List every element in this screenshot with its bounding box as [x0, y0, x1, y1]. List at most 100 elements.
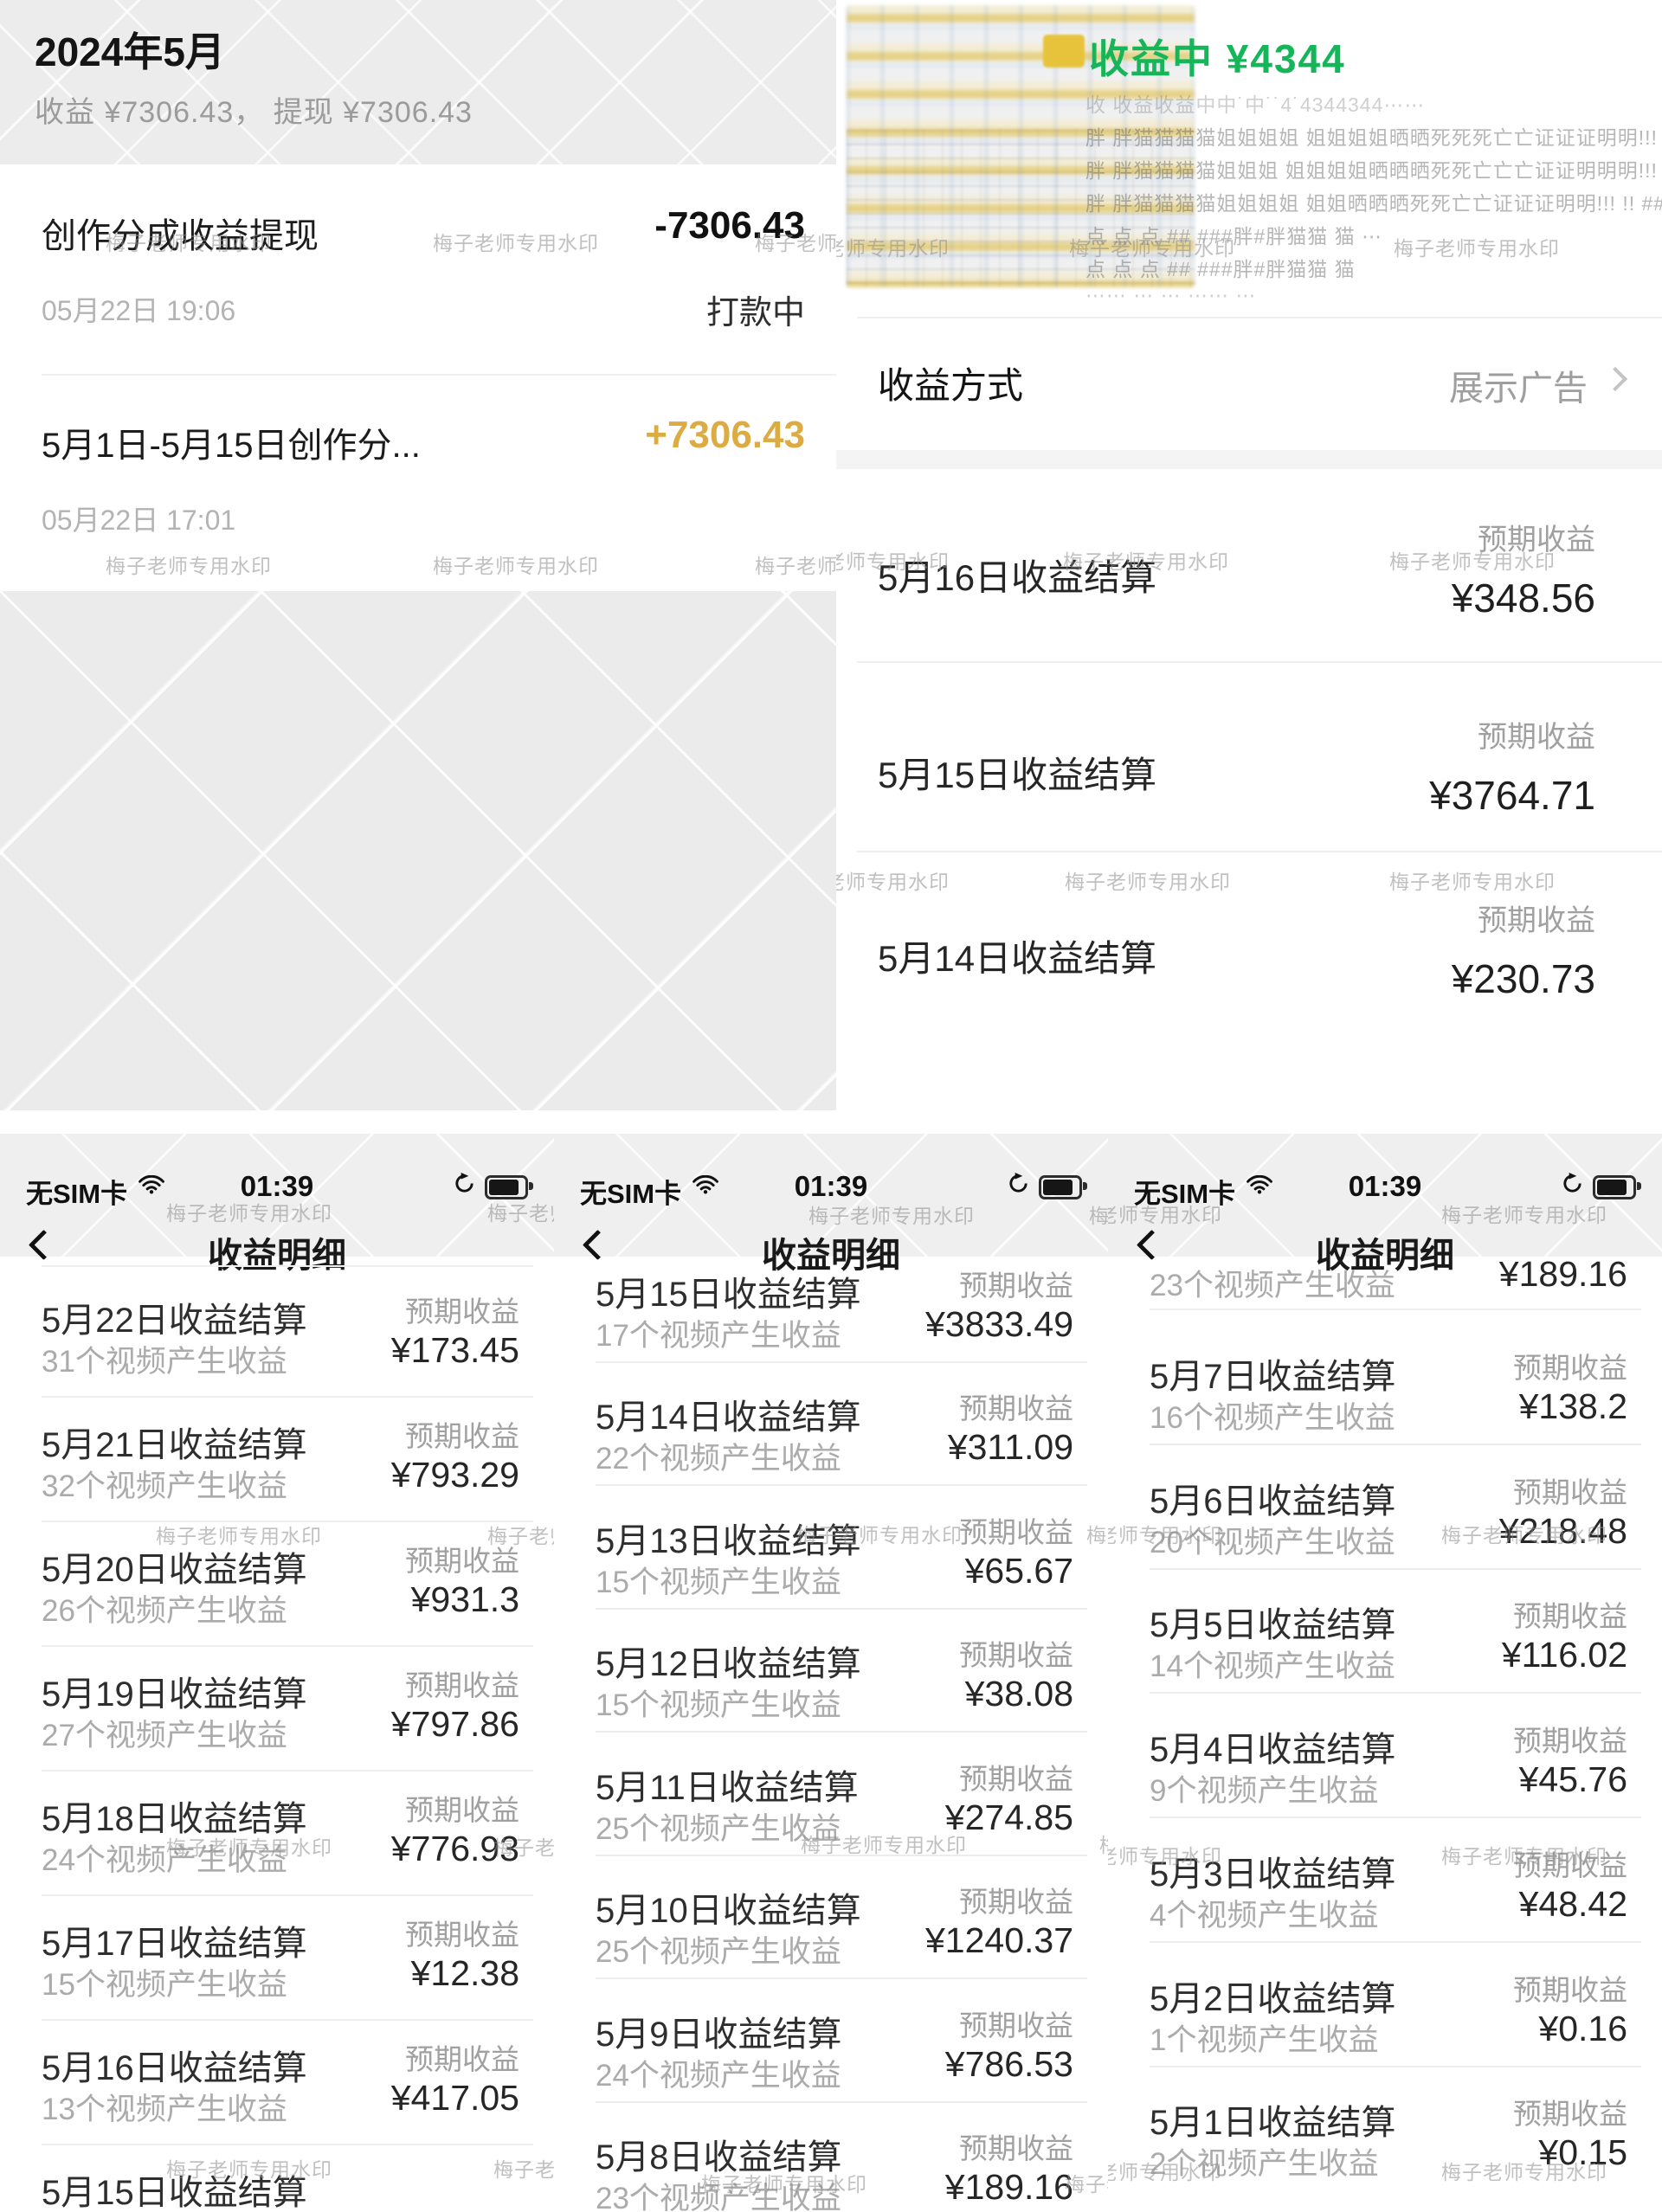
- battery-icon: [485, 1175, 528, 1199]
- expected-income-label: 预期收益: [959, 2003, 1073, 2044]
- entry-count: 16个视频产生收益: [1150, 1393, 1395, 1437]
- expected-income-label: 预期收益: [405, 1413, 519, 1455]
- expected-income-label: 预期收益: [1478, 713, 1595, 756]
- withdrawal-panel: 2024年5月 收益 ¥7306.43， 提现 ¥7306.43 创作分成收益提…: [0, 0, 836, 1110]
- divider: [1150, 1568, 1641, 1570]
- watermark: 梅子老师专用水印: [156, 1520, 322, 1549]
- phone-screenshot-1: 无SIM卡 01:39 收益明细 5月22日收益结算 31个视频产生收益 预期收…: [0, 1110, 554, 2212]
- entry-amount: ¥0.16: [1538, 2009, 1627, 2049]
- entry-date: 5月16日收益结算: [42, 2040, 307, 2090]
- entry-count: 24个视频产生收益: [596, 2051, 841, 2095]
- phone-screenshot-3: 无SIM卡 01:39 收益明细 23个视频产生收益 ¥189.16 5月7日收…: [1108, 1110, 1662, 2212]
- watermark: 梅子老师专用水印: [1441, 1199, 1607, 1228]
- entry-amount: ¥311.09: [948, 1427, 1073, 1468]
- entry-date: 5月2日收益结算: [1150, 1971, 1396, 2021]
- watermark: 梅子老师专用水印: [1389, 545, 1556, 575]
- divider: [1150, 1692, 1641, 1694]
- entry-count: 9个视频产生收益: [1150, 1766, 1378, 1810]
- pending-income: 收益中 ¥4344: [1089, 28, 1346, 85]
- watermark: 梅子老师专用水印: [1441, 1519, 1607, 1548]
- settlement-title: 5月14日收益结算: [878, 929, 1156, 982]
- empty-gray-area: [0, 591, 836, 1110]
- watermark: 梅子老师专用水印: [801, 1829, 967, 1858]
- income-entry[interactable]: 5月20日收益结算 26个视频产生收益 预期收益 ¥931.3: [0, 1533, 554, 1656]
- income-entry[interactable]: 5月10日收益结算 25个视频产生收益 预期收益 ¥1240.37: [554, 1874, 1108, 1997]
- glitch-text: 收 收益收益中中˙中˙˙4˙4344344⋯⋯: [1085, 88, 1425, 118]
- entry-date: 5月17日收益结算: [42, 1915, 307, 1965]
- watermark: 梅子老师专用水印: [1389, 865, 1556, 895]
- income-entry[interactable]: 5月8日收益结算 23个视频产生收益 预期收益 ¥189.16: [554, 2120, 1108, 2212]
- glitch-text: 胖 胖猫猫猫猫姐姐姐姐 姐姐晒晒晒死死亡亡证证证明明!!! !! ## #热热 …: [1085, 187, 1662, 216]
- divider: [1150, 1309, 1641, 1310]
- entry-count: 22个视频产生收益: [596, 1434, 841, 1478]
- entry-amount: ¥797.86: [391, 1704, 519, 1745]
- income-entry[interactable]: 5月15日收益结算 17个视频产生收益 预期收益 ¥3833.49: [554, 1257, 1108, 1380]
- income-entry[interactable]: 5月2日收益结算 1个视频产生收益 预期收益 ¥0.16: [1108, 1962, 1662, 2085]
- income-entry[interactable]: 5月16日收益结算 13个视频产生收益 预期收益 ¥417.05: [0, 2031, 554, 2154]
- transaction-status: 打款中: [706, 286, 805, 333]
- income-entry[interactable]: 5月19日收益结算 27个视频产生收益 预期收益 ¥797.86: [0, 1657, 554, 1780]
- income-entry[interactable]: 5月17日收益结算 15个视频产生收益 预期收益 ¥12.38: [0, 1907, 554, 2029]
- income-entry[interactable]: 5月14日收益结算 22个视频产生收益 预期收益 ¥311.09: [554, 1380, 1108, 1503]
- watermark: 梅子老师专用水印: [1108, 2156, 1222, 2185]
- entry-count: 23个视频产生收益: [1150, 1261, 1395, 1305]
- income-entry[interactable]: 5月5日收益结算 14个视频产生收益 预期收益 ¥116.02: [1108, 1588, 1662, 1711]
- divider: [857, 661, 1662, 663]
- transaction-amount: +7306.43: [645, 414, 805, 457]
- income-entry[interactable]: 5月9日收益结算 24个视频产生收益 预期收益 ¥786.53: [554, 1997, 1108, 2120]
- watermark: 梅子老师专用水印: [1441, 2156, 1607, 2185]
- divider: [857, 317, 1662, 318]
- phone-header: 无SIM卡 01:39 收益明细: [0, 1134, 554, 1257]
- watermark: 梅子老师专用水印: [1065, 865, 1231, 895]
- expected-income-label: 预期收益: [959, 1756, 1073, 1797]
- watermark: 梅子老师专用水印: [106, 550, 272, 579]
- entry-count: 15个视频产生收益: [42, 1960, 287, 2004]
- entry-amount: ¥417.05: [391, 2078, 519, 2119]
- settlement-amount: ¥348.56: [1452, 575, 1595, 621]
- income-entry-partial[interactable]: 23个视频产生收益 ¥189.16: [1108, 1249, 1662, 1309]
- watermark: 梅子老师专用水印: [1086, 1519, 1108, 1548]
- phone-header: 无SIM卡 01:39 收益明细: [1108, 1134, 1662, 1257]
- entry-count: 31个视频产生收益: [42, 1337, 287, 1381]
- divider: [596, 2101, 1087, 2103]
- entry-amount: ¥931.3: [411, 1579, 519, 1620]
- orientation-lock-icon: [453, 1172, 476, 1195]
- settlement-row[interactable]: 预期收益 5月14日收益结算 ¥230.73: [836, 897, 1662, 1052]
- expected-income-label: 预期收益: [1478, 897, 1595, 939]
- watermark: 梅子老师专用水印: [836, 545, 950, 575]
- income-entry[interactable]: 5月4日收益结算 9个视频产生收益 预期收益 ¥45.76: [1108, 1713, 1662, 1836]
- income-entry[interactable]: 5月1日收益结算 2个视频产生收益 预期收益 ¥0.15: [1108, 2086, 1662, 2209]
- glitch-text: 胖 胖猫猫猫猫姐姐姐 姐姐姐姐晒晒晒死死亡亡亡证证明明明!!! ! #! #热#…: [1085, 154, 1662, 183]
- divider: [596, 1977, 1087, 1979]
- watermark: 梅子老师专用水印: [1065, 2168, 1108, 2197]
- income-entry[interactable]: 5月12日收益结算 15个视频产生收益 预期收益 ¥38.08: [554, 1627, 1108, 1750]
- watermark: 梅子老师专用水印: [1108, 1199, 1222, 1228]
- entry-date: 5月22日收益结算: [42, 1292, 307, 1342]
- entry-count: 4个视频产生收益: [1150, 1891, 1378, 1935]
- month-header: 2024年5月 收益 ¥7306.43， 提现 ¥7306.43: [0, 0, 836, 164]
- watermark: 梅子老师专用水印: [493, 1831, 554, 1861]
- income-entry[interactable]: 5月7日收益结算 16个视频产生收益 预期收益 ¥138.2: [1108, 1340, 1662, 1463]
- expected-income-label: 预期收益: [1513, 2091, 1627, 2132]
- watermark: 梅子老师专用水印: [493, 2153, 554, 2183]
- expected-income-label: 预期收益: [1513, 1593, 1627, 1635]
- expected-income-label: 预期收益: [959, 1386, 1073, 1427]
- glitch-text: ⋯⋯ ⋯ ⋯ ⋯⋯ ⋯: [1085, 284, 1257, 307]
- highlight-blob: [1043, 35, 1085, 68]
- battery-icon: [1593, 1175, 1636, 1199]
- entry-date: 5月10日收益结算: [596, 1882, 861, 1932]
- month-summary: 收益 ¥7306.43， 提现 ¥7306.43: [35, 88, 473, 131]
- entry-amount: ¥45.76: [1519, 1759, 1627, 1800]
- income-entry[interactable]: 5月21日收益结算 32个视频产生收益 预期收益 ¥793.29: [0, 1408, 554, 1531]
- entry-count: 25个视频产生收益: [596, 1927, 841, 1971]
- income-entry[interactable]: 5月22日收益结算 31个视频产生收益 预期收益 ¥173.45: [0, 1283, 554, 1406]
- settlement-row[interactable]: 预期收益 5月15日收益结算 ¥3764.71: [836, 713, 1662, 869]
- watermark: 梅子老师专用水印: [166, 1831, 332, 1861]
- divider: [42, 1770, 533, 1772]
- expected-income-label: 预期收益: [1513, 1718, 1627, 1759]
- transaction-row[interactable]: 5月1日-5月15日创作分... +7306.43 05月22日 17:01: [0, 417, 836, 547]
- expected-income-label: 预期收益: [405, 1787, 519, 1829]
- settlement-row[interactable]: 预期收益 5月16日收益结算 ¥348.56: [836, 516, 1662, 672]
- watermark: 梅子老师专用水印: [433, 227, 599, 256]
- entry-count: 15个视频产生收益: [596, 1558, 841, 1602]
